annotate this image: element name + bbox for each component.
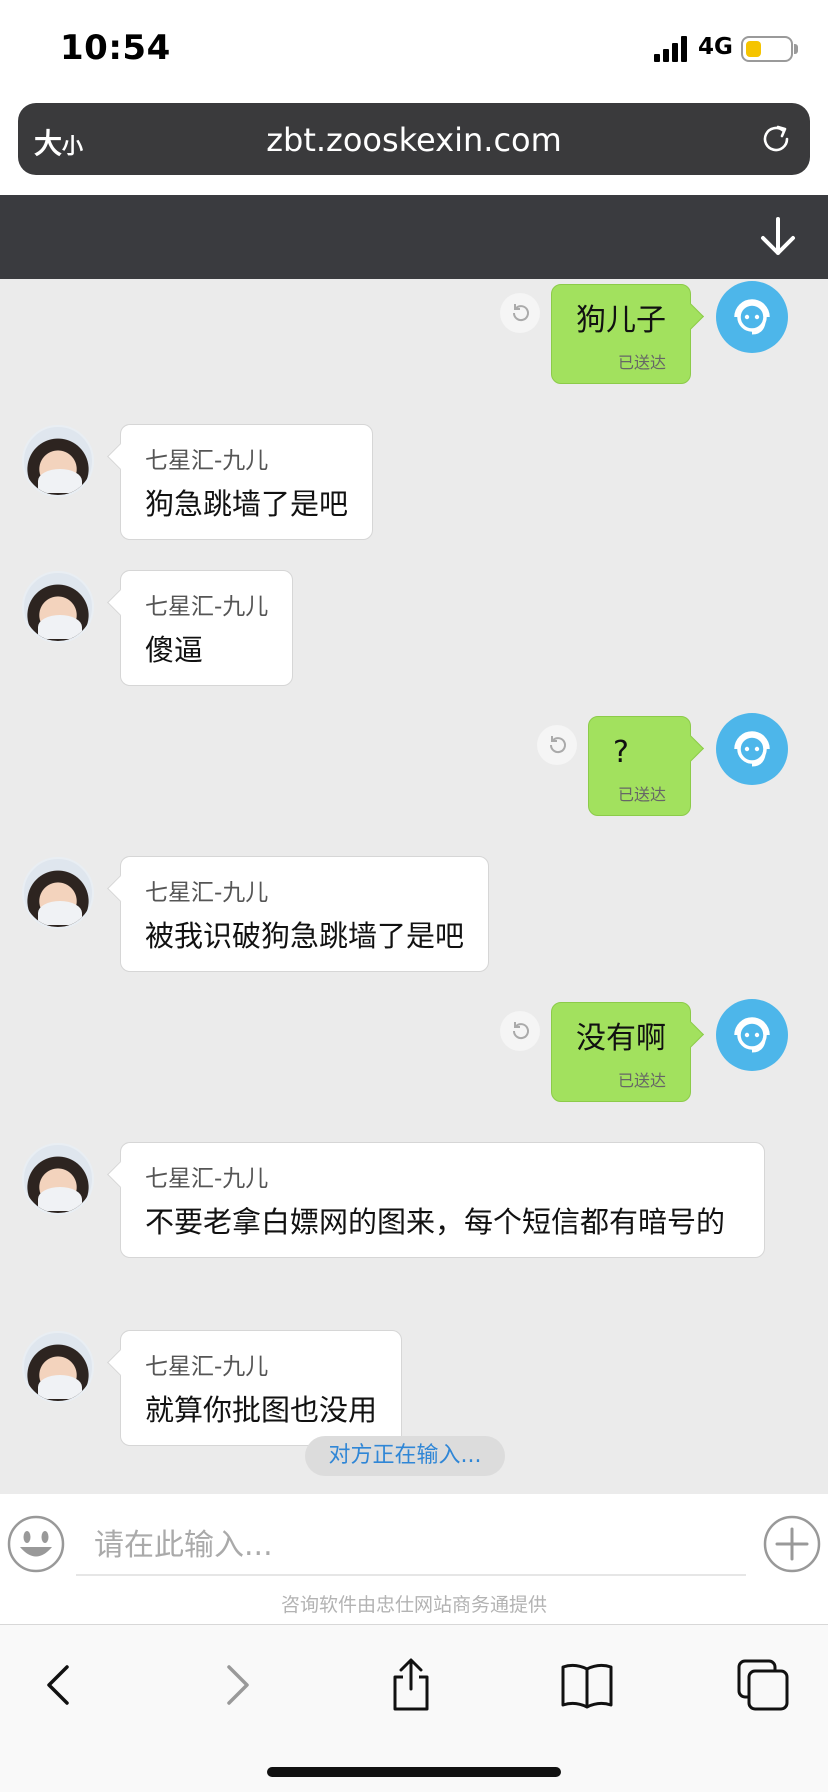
composer: 请在此输入... 咨询软件由忠仕网站商务通提供 [0, 1494, 828, 1624]
bookmarks-icon[interactable] [557, 1655, 617, 1715]
user-avatar [716, 713, 788, 785]
sender-name: 七星汇-九儿 [145, 448, 269, 474]
message-text: 就算你批图也没用 [145, 1393, 378, 1427]
message-text: 被我识破狗急跳墙了是吧 [145, 919, 465, 953]
agent-message-bubble[interactable]: 七星汇-九儿 不要老拿白嫖网的图来，每个短信都有暗号的 [120, 1142, 765, 1258]
agent-avatar [22, 1331, 94, 1403]
arrow-down-icon[interactable] [758, 215, 798, 259]
emoji-icon[interactable] [6, 1514, 66, 1574]
agent-avatar [22, 1143, 94, 1215]
battery-tip [794, 44, 798, 54]
address-bar[interactable]: 大小 zbt.zooskexin.com [18, 103, 810, 175]
agent-avatar [22, 857, 94, 929]
delivery-status: 已送达 [617, 785, 666, 804]
agent-message-bubble[interactable]: 七星汇-九儿 被我识破狗急跳墙了是吧 [120, 856, 490, 972]
agent-message-bubble[interactable]: 七星汇-九儿 就算你批图也没用 [120, 1330, 403, 1446]
resend-icon[interactable] [500, 1011, 540, 1051]
user-message-bubble[interactable]: ? 已送达 [588, 716, 691, 816]
sender-name: 七星汇-九儿 [145, 880, 269, 906]
agent-avatar [22, 425, 94, 497]
message-text: ? [613, 735, 629, 770]
powered-by-text: 咨询软件由忠仕网站商务通提供 [280, 1594, 547, 1616]
message-text: 不要老拿白嫖网的图来，每个短信都有暗号的 [145, 1205, 726, 1239]
share-icon[interactable] [381, 1655, 441, 1715]
typing-indicator: 对方正在输入... [305, 1436, 505, 1476]
sender-name: 七星汇-九儿 [145, 1354, 269, 1380]
network-type: 4G [698, 34, 733, 60]
resend-icon[interactable] [537, 725, 577, 765]
message-text: 狗儿子 [576, 303, 666, 338]
message-text: 傻逼 [145, 633, 204, 667]
status-time: 10:54 [60, 28, 171, 68]
sender-name: 七星汇-九儿 [145, 594, 269, 620]
user-avatar [716, 999, 788, 1071]
signal-icon [654, 36, 687, 62]
resend-icon[interactable] [500, 293, 540, 333]
reload-icon[interactable] [758, 121, 794, 157]
delivery-status: 已送达 [617, 1071, 666, 1090]
agent-avatar [22, 571, 94, 643]
chat-area[interactable]: 狗儿子 已送达 七星汇-九儿 狗急跳墙了是吧 七星汇-九儿 傻逼 ? 已送达 七… [0, 279, 828, 1494]
agent-message-bubble[interactable]: 七星汇-九儿 傻逼 [120, 570, 294, 686]
user-message-bubble[interactable]: 狗儿子 已送达 [551, 284, 691, 384]
user-message-bubble[interactable]: 没有啊 已送达 [551, 1002, 691, 1102]
browser-toolbar [0, 1624, 828, 1792]
delivery-status: 已送达 [617, 353, 666, 372]
tabs-icon[interactable] [733, 1655, 793, 1715]
status-bar: 10:54 4G [0, 0, 828, 100]
back-icon[interactable] [29, 1655, 89, 1715]
message-input[interactable]: 请在此输入... [76, 1508, 746, 1576]
agent-message-bubble[interactable]: 七星汇-九儿 狗急跳墙了是吧 [120, 424, 374, 540]
home-indicator [267, 1767, 561, 1777]
battery-icon [741, 36, 793, 62]
plus-icon[interactable] [762, 1514, 822, 1574]
url-text[interactable]: zbt.zooskexin.com [18, 121, 810, 159]
sender-name: 七星汇-九儿 [145, 1166, 269, 1192]
message-text: 狗急跳墙了是吧 [145, 487, 349, 521]
user-avatar [716, 281, 788, 353]
chat-header [0, 195, 828, 279]
message-text: 没有啊 [576, 1021, 666, 1056]
forward-icon[interactable] [207, 1655, 267, 1715]
